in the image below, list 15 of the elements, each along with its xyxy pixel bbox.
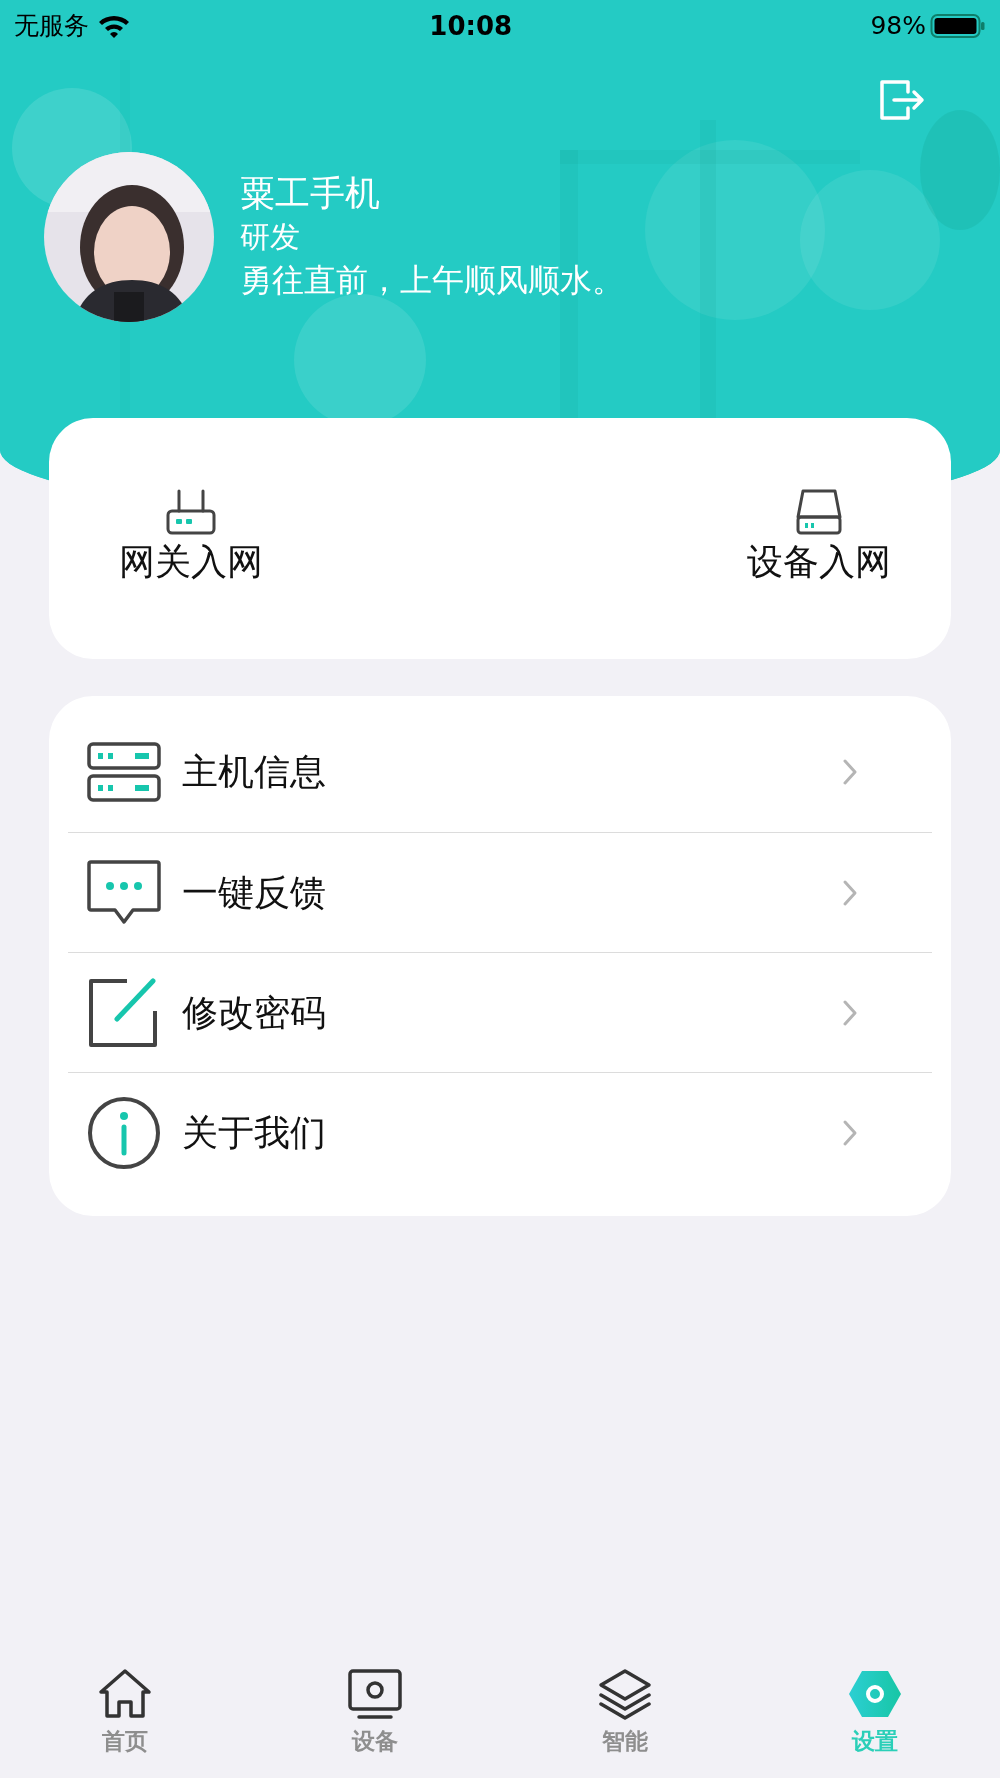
layers-icon (597, 1668, 653, 1720)
menu-item[interactable]: 一键反馈 (68, 832, 932, 952)
settings-icon (847, 1668, 903, 1720)
chevron-icon (842, 878, 858, 907)
monitor-icon (347, 1668, 403, 1720)
menu-item[interactable]: 主机信息 (68, 712, 932, 832)
menu-item[interactable]: 关于我们 (68, 1072, 932, 1192)
chevron-icon (842, 1118, 858, 1147)
chat-icon (87, 859, 161, 926)
server-icon (87, 742, 161, 802)
menu-item[interactable]: 修改密码 (68, 952, 932, 1072)
chevron-icon (842, 998, 858, 1027)
info-icon (87, 1095, 161, 1170)
chevron-icon (842, 758, 858, 786)
home-icon (97, 1668, 153, 1720)
